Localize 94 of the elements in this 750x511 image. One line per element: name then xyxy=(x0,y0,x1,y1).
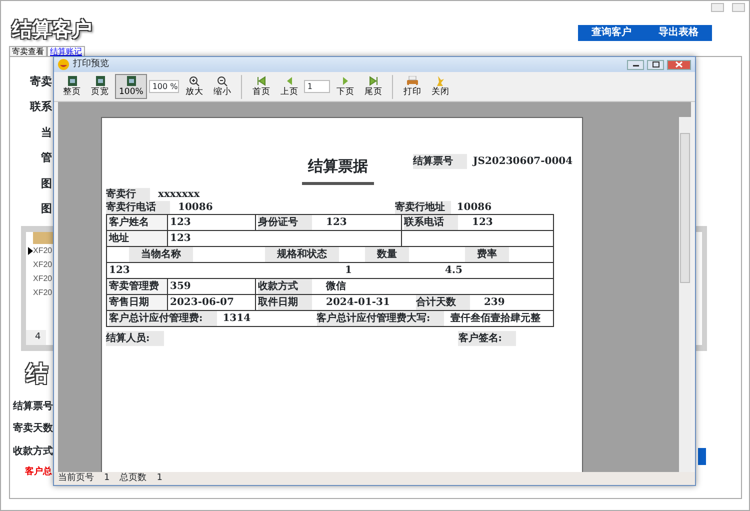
column-header: 费率 xyxy=(465,247,509,262)
action-button[interactable] xyxy=(698,448,706,464)
field-value: 10086 xyxy=(456,201,492,214)
field-label: 合计天数 xyxy=(416,295,470,310)
toolbar-button[interactable]: 关闭 xyxy=(427,74,454,99)
field-label: 寄卖管理费 xyxy=(109,279,159,294)
zoom-out-icon xyxy=(216,76,228,87)
field-value: 1314 xyxy=(222,312,251,326)
printer-icon xyxy=(406,76,418,87)
field-label: 客户姓名 xyxy=(109,215,149,230)
field-label: 收款方式 xyxy=(12,444,54,458)
table-cell[interactable]: XF20 xyxy=(33,244,52,256)
status-label: 当前页号 xyxy=(58,472,94,485)
input-field[interactable]: 1 xyxy=(304,80,330,93)
close-icon xyxy=(675,61,683,68)
field-value: 123 xyxy=(170,216,191,230)
total-label: 客户总 xyxy=(25,465,52,479)
close-button[interactable] xyxy=(667,60,691,70)
page-icon xyxy=(94,76,106,87)
field-label: 联系电话 xyxy=(404,215,458,230)
dialog-title: 打印预览 xyxy=(73,58,109,71)
field-label: 图 xyxy=(41,176,52,190)
field-label: 结算人员: xyxy=(106,331,164,346)
field-label: 地址 xyxy=(109,232,129,246)
field-value: 1 xyxy=(345,264,353,278)
field-label: 结算票号 xyxy=(12,400,54,414)
toolbar-button[interactable]: 尾页 xyxy=(360,74,386,99)
tab[interactable]: 寄卖查看 xyxy=(9,46,47,56)
field-label: 管 xyxy=(41,151,52,164)
field-label: 寄卖天数 xyxy=(12,421,54,436)
app-icon xyxy=(58,59,69,70)
field-value: xxxxxxx xyxy=(158,188,200,201)
toolbar-button[interactable]: 100% xyxy=(115,74,148,99)
field-value: 壹仟叁佰壹拾肆元整 xyxy=(450,312,540,326)
column-header: 数量 xyxy=(365,247,409,262)
field-label: 寄售日期 xyxy=(109,295,149,310)
column-header: 当物名称 xyxy=(129,247,193,262)
field-label: 客户签名: xyxy=(458,331,516,346)
report-title: 结算票据 xyxy=(302,156,374,185)
field-label: 取件日期 xyxy=(258,295,312,310)
field-value: 123 xyxy=(170,232,191,246)
field-label: 寄卖行电话 xyxy=(106,201,170,214)
field-value: 123 xyxy=(326,216,347,230)
field-label: 客户总计应付管理费: xyxy=(109,311,217,326)
field-label: 结算票号 xyxy=(413,154,467,169)
first-page-icon xyxy=(256,76,267,87)
toolbar-button[interactable]: 整页 xyxy=(59,74,85,99)
field-label: 寄卖行地址 xyxy=(394,201,451,214)
field-value: 2023-06-07 xyxy=(170,296,234,310)
field-value: 2024-01-31 xyxy=(326,296,390,310)
field-value: 4.5 xyxy=(445,264,464,278)
exit-icon xyxy=(434,76,446,87)
field-value: 123 xyxy=(109,264,131,278)
section-title: 结 xyxy=(26,362,48,388)
field-label: 身份证号 xyxy=(258,215,312,230)
app-title: 结算客户 xyxy=(12,17,92,41)
field-value: 10086 xyxy=(178,201,213,214)
status-label: 总页数 xyxy=(120,472,147,485)
status-value: 1 xyxy=(156,472,162,485)
last-page-icon xyxy=(368,76,379,87)
maximize-icon xyxy=(652,61,660,68)
field-value: 239 xyxy=(484,296,505,310)
field-label: 客户总计应付管理费大写: xyxy=(316,311,444,326)
minimize-button[interactable] xyxy=(627,60,644,70)
table-cell[interactable]: XF20 xyxy=(33,272,52,284)
maximize-button[interactable] xyxy=(647,60,664,70)
field-value: JS20230607-0004 xyxy=(473,155,573,169)
field-value: 359 xyxy=(170,280,191,294)
field-label: 收款方式 xyxy=(258,279,312,294)
page-icon xyxy=(66,76,78,87)
field-value: 微信 xyxy=(326,280,346,294)
field-label: 当 xyxy=(41,126,52,138)
field-label: 寄卖 xyxy=(30,74,52,88)
tab[interactable]: 结算账记 xyxy=(47,46,85,56)
status-value: 1 xyxy=(104,472,110,485)
toolbar-button[interactable]: 放大 xyxy=(181,74,208,99)
field-value: 123 xyxy=(472,216,493,230)
toolbar-button[interactable]: 缩小 xyxy=(209,74,236,99)
field-label: 寄卖行 xyxy=(106,188,150,201)
field-label: 联系 xyxy=(30,100,52,113)
zoom-in-icon xyxy=(188,76,200,87)
scrollbar[interactable] xyxy=(679,117,691,472)
input-field[interactable]: 100 % xyxy=(149,80,180,93)
column-header: 规格和状态 xyxy=(265,247,339,262)
toolbar-button[interactable]: 上页 xyxy=(276,74,302,99)
toolbar-button[interactable]: 打印 xyxy=(399,74,426,99)
toolbar-button[interactable]: 下页 xyxy=(332,74,358,99)
page-icon xyxy=(126,76,137,87)
row-count: 4 xyxy=(26,330,46,344)
table-cell[interactable]: XF20 xyxy=(33,286,52,298)
toolbar-button[interactable]: 页宽 xyxy=(87,74,113,99)
table-cell[interactable]: XF20 xyxy=(33,258,52,270)
toolbar-button[interactable]: 首页 xyxy=(248,74,274,99)
field-label: 图 xyxy=(41,202,52,215)
